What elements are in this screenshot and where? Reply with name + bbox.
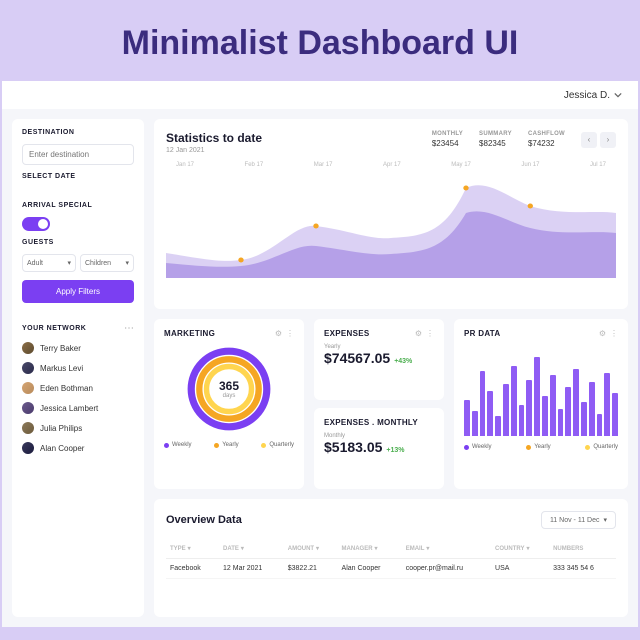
expenses-yearly-card: EXPENSES ⚙⋮ Yearly $74567.05+43%	[314, 319, 444, 400]
marketing-card: MARKETING ⚙ ⋮ 365 days	[154, 319, 304, 489]
next-arrow[interactable]: ›	[600, 132, 616, 148]
sidebar: DESTINATION SELECT DATE ARRIVAL SPECIAL …	[12, 119, 144, 617]
user-menu[interactable]: Jessica D.	[564, 90, 622, 101]
topbar: Jessica D.	[2, 81, 638, 109]
summary-label: CASHFLOW	[528, 131, 565, 137]
expense-monthly-change: +13%	[386, 447, 404, 454]
app-frame: Jessica D. DESTINATION SELECT DATE ARRIV…	[2, 81, 638, 627]
network-label: YOUR NETWORK	[22, 325, 86, 332]
overview-card: Overview Data 11 Nov - 11 Dec▾ TYPE ▾ DA…	[154, 499, 628, 617]
th-manager[interactable]: MANAGER ▾	[338, 539, 402, 559]
bar-chart	[464, 346, 618, 436]
summary-value: $82345	[479, 139, 512, 148]
donut-label: days	[219, 393, 239, 399]
expense-monthly-value: $5183.05	[324, 439, 382, 455]
destination-input[interactable]	[22, 144, 134, 165]
prev-arrow[interactable]: ‹	[581, 132, 597, 148]
donut-number: 365	[219, 379, 239, 393]
table-row[interactable]: Facebook 12 Mar 2021 $3822.21 Alan Coope…	[166, 559, 616, 579]
adult-select[interactable]: Adult▾	[22, 254, 76, 272]
more-icon[interactable]: ⋮	[426, 329, 434, 338]
list-item[interactable]: Markus Levi	[22, 362, 134, 374]
prdata-card: PR DATA ⚙⋮ Weekly Yearly Quarterly	[454, 319, 628, 489]
avatar	[22, 442, 34, 454]
marketing-title: MARKETING	[164, 329, 215, 338]
network-more-icon[interactable]: ⋯	[124, 323, 134, 334]
destination-label: DESTINATION	[22, 129, 134, 136]
list-item[interactable]: Eden Bothman	[22, 382, 134, 394]
stats-chart: Jan 17Feb 17Mar 17Apr 17May 17Jun 17Jul …	[166, 162, 616, 292]
chevron-down-icon	[614, 91, 622, 99]
stats-date: 12 Jan 2021	[166, 147, 262, 154]
th-numbers[interactable]: NUMBERS	[549, 539, 616, 559]
th-country[interactable]: COUNTRY ▾	[491, 539, 549, 559]
overview-title: Overview Data	[166, 514, 242, 526]
expense-yearly-value: $74567.05	[324, 350, 390, 366]
avatar	[22, 422, 34, 434]
gear-icon[interactable]: ⚙	[599, 329, 606, 338]
expenses-monthly-card: EXPENSES . MONTHLY Monthly $5183.05+13%	[314, 408, 444, 489]
select-date-label: SELECT DATE	[22, 173, 134, 180]
th-amount[interactable]: AMOUNT ▾	[284, 539, 338, 559]
th-date[interactable]: DATE ▾	[219, 539, 284, 559]
hero-title: Minimalist Dashboard UI	[0, 24, 640, 63]
summary-value: $23454	[432, 139, 463, 148]
more-icon[interactable]: ⋮	[286, 329, 294, 338]
stats-card: Statistics to date 12 Jan 2021 MONTHLY $2…	[154, 119, 628, 309]
stats-title: Statistics to date	[166, 131, 262, 145]
th-email[interactable]: EMAIL ▾	[402, 539, 491, 559]
donut-chart: 365 days	[184, 344, 274, 434]
guests-label: GUESTS	[22, 239, 134, 246]
arrival-special-label: ARRIVAL SPECIAL	[22, 202, 134, 209]
date-filter[interactable]: 11 Nov - 11 Dec▾	[541, 511, 616, 529]
more-icon[interactable]: ⋮	[610, 329, 618, 338]
list-item[interactable]: Jessica Lambert	[22, 402, 134, 414]
apply-filters-button[interactable]: Apply Filters	[22, 280, 134, 303]
avatar	[22, 402, 34, 414]
list-item[interactable]: Terry Baker	[22, 342, 134, 354]
avatar	[22, 382, 34, 394]
summary-value: $74232	[528, 139, 565, 148]
summary-label: MONTHLY	[432, 131, 463, 137]
avatar	[22, 342, 34, 354]
prdata-title: PR DATA	[464, 329, 500, 338]
list-item[interactable]: Julia Philips	[22, 422, 134, 434]
expenses-title: EXPENSES	[324, 329, 370, 338]
list-item[interactable]: Alan Cooper	[22, 442, 134, 454]
summary-label: SUMMARY	[479, 131, 512, 137]
network-list: Terry Baker Markus Levi Eden Bothman Jes…	[22, 342, 134, 454]
avatar	[22, 362, 34, 374]
gear-icon[interactable]: ⚙	[415, 329, 422, 338]
user-name: Jessica D.	[564, 90, 610, 101]
arrival-toggle[interactable]	[22, 217, 50, 231]
gear-icon[interactable]: ⚙	[275, 329, 282, 338]
overview-table: TYPE ▾ DATE ▾ AMOUNT ▾ MANAGER ▾ EMAIL ▾…	[166, 539, 616, 579]
children-select[interactable]: Children▾	[80, 254, 134, 272]
th-type[interactable]: TYPE ▾	[166, 539, 219, 559]
expenses-monthly-title: EXPENSES . MONTHLY	[324, 418, 418, 427]
expense-yearly-change: +43%	[394, 358, 412, 365]
